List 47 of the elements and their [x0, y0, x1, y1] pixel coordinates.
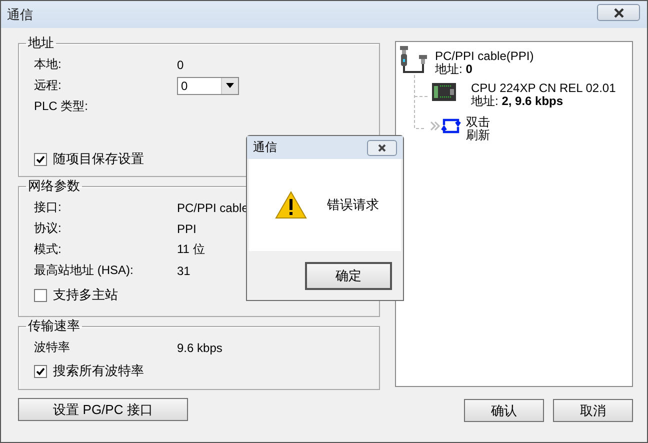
close-button[interactable]: [597, 4, 640, 21]
checkbox-label: 搜索所有波特率: [53, 362, 144, 380]
device-name: CPU 224XP CN REL 02.01: [471, 82, 616, 95]
dialog-button[interactable]: 确认: [464, 399, 544, 422]
field-value: PPI: [177, 222, 196, 236]
field-label: 波特率: [34, 339, 71, 356]
tree-connector-line: [414, 75, 429, 129]
plc-device-icon: [431, 82, 457, 102]
tree-node-label: 刷新: [466, 129, 490, 142]
address-label: 地址:: [435, 62, 462, 76]
field-label: 本地:: [34, 56, 62, 73]
dropdown-arrow-icon: [226, 83, 234, 88]
close-icon: [612, 8, 624, 18]
message-box-title: 通信: [253, 139, 277, 156]
window-title: 通信: [7, 6, 33, 24]
address-label: 地址:: [471, 94, 498, 108]
group-title: 传输速率: [27, 317, 81, 335]
group-title: 网络参数: [27, 177, 81, 195]
checkbox[interactable]: [34, 288, 47, 302]
field-value: 9.6 kbps: [177, 340, 222, 354]
checkbox[interactable]: [34, 364, 47, 378]
field-label: 接口:: [34, 199, 62, 216]
error-message: 错误请求: [327, 196, 379, 214]
remote-dropdown[interactable]: 0: [177, 76, 239, 94]
device-name: PC/PPI cable(PPI): [435, 50, 534, 63]
field-value: 11 位: [177, 241, 205, 258]
field-value: 0: [177, 58, 184, 72]
refresh-icon: [430, 116, 462, 136]
warning-icon: [275, 191, 307, 219]
field-label: PLC 类型:: [34, 98, 90, 115]
field-label: 协议:: [34, 220, 62, 237]
tree-node-label: 双击: [466, 116, 490, 129]
address-value: 0: [466, 62, 472, 76]
close-icon: [377, 144, 387, 152]
dialog-button[interactable]: 取消: [553, 399, 633, 422]
address-value: 2, 9.6 kbps: [502, 94, 564, 108]
checkbox-label: 支持多主站: [53, 286, 118, 304]
checkbox[interactable]: [34, 152, 47, 166]
field-value: 31: [177, 264, 190, 278]
checkbox-label: 随项目保存设置: [53, 150, 144, 168]
field-label: 模式:: [34, 241, 62, 258]
field-label: 远程:: [34, 77, 62, 94]
close-button[interactable]: [367, 140, 397, 156]
field-label: 最高站地址 (HSA):: [34, 262, 134, 279]
group-title: 地址: [27, 34, 55, 52]
ok-button[interactable]: 确定: [305, 262, 392, 290]
setup-interface-button[interactable]: 设置 PG/PC 接口: [18, 398, 188, 421]
